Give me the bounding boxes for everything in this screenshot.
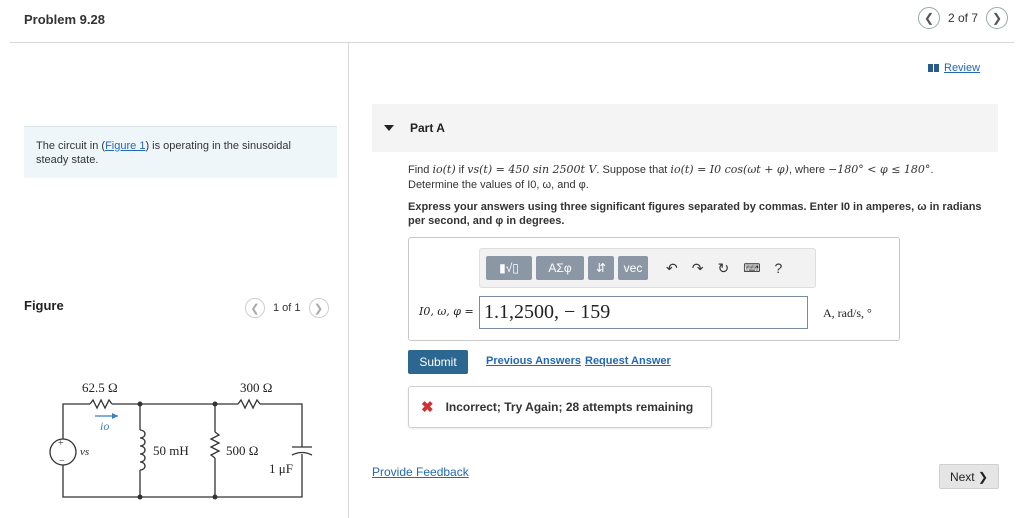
book-icon bbox=[928, 64, 939, 72]
feedback-text: Incorrect; Try Again; 28 attempts remain… bbox=[445, 400, 694, 414]
r1-label: 62.5 Ω bbox=[82, 380, 118, 395]
template-button[interactable]: ▮√▯ bbox=[486, 256, 532, 280]
next-button[interactable]: Next ❯ bbox=[939, 464, 999, 489]
r2-label: 300 Ω bbox=[240, 380, 272, 395]
header-divider bbox=[10, 42, 1014, 43]
greek-button[interactable]: ΑΣφ bbox=[536, 256, 584, 280]
chevron-left-icon: ❮ bbox=[923, 11, 934, 25]
answer-label: I0, ω, φ = bbox=[419, 305, 474, 318]
source-label: vs bbox=[80, 446, 89, 458]
next-problem-button[interactable]: ❯ bbox=[986, 7, 1008, 29]
figure-link[interactable]: Figure 1 bbox=[105, 140, 145, 152]
undo-icon[interactable]: ↶ bbox=[666, 260, 678, 277]
reset-icon[interactable]: ↻ bbox=[717, 260, 729, 277]
vec-button[interactable]: vec bbox=[618, 256, 648, 280]
circuit-diagram: + − 62.5 Ω 300 Ω io vs 50 mH 500 Ω 1 μF bbox=[49, 380, 313, 500]
problem-title: Problem 9.28 bbox=[24, 12, 105, 27]
next-figure-button[interactable]: ❯ bbox=[308, 298, 329, 318]
request-answer-link[interactable]: Request Answer bbox=[585, 355, 671, 367]
provide-feedback-link[interactable]: Provide Feedback bbox=[372, 465, 469, 479]
answer-input[interactable]: 1.1,2500, − 159 bbox=[479, 296, 808, 329]
svg-text:+: + bbox=[58, 438, 64, 449]
chevron-right-icon: ❯ bbox=[991, 11, 1003, 25]
submit-button[interactable]: Submit bbox=[408, 350, 468, 374]
redo-icon[interactable]: ↷ bbox=[692, 260, 704, 277]
figure-pager: ❮ 1 of 1 ❯ bbox=[245, 298, 329, 318]
figure-count: 1 of 1 bbox=[273, 302, 301, 314]
intro-text: The circuit in (Figure 1) is operating i… bbox=[24, 126, 337, 178]
page-indicator: 2 of 7 bbox=[947, 11, 978, 25]
previous-answers-link[interactable]: Previous Answers bbox=[486, 355, 581, 367]
r3-label: 500 Ω bbox=[226, 443, 258, 458]
capacitor-label: 1 μF bbox=[269, 461, 293, 476]
part-a-header[interactable]: Part A bbox=[372, 104, 998, 152]
instructions-text: Express your answers using three signifi… bbox=[408, 201, 982, 227]
chevron-right-icon: ❯ bbox=[313, 302, 324, 315]
svg-text:−: − bbox=[59, 456, 65, 467]
help-button[interactable]: ? bbox=[775, 260, 783, 276]
chevron-left-icon: ❮ bbox=[250, 302, 260, 315]
answer-panel: ▮√▯ ΑΣφ ⇵ vec ↶ ↷ ↻ ⌨ ? I0, ω, φ = 1.1,2… bbox=[408, 237, 900, 341]
caret-down-icon bbox=[384, 125, 394, 131]
feedback-box: ✖ Incorrect; Try Again; 28 attempts rema… bbox=[408, 386, 712, 428]
problem-pager: ❮ 2 of 7 ❯ bbox=[917, 7, 1008, 29]
review-link[interactable]: Review bbox=[928, 62, 980, 74]
error-x-icon: ✖ bbox=[421, 399, 434, 416]
math-toolbar: ▮√▯ ΑΣφ ⇵ vec ↶ ↷ ↻ ⌨ ? bbox=[479, 248, 816, 288]
prev-problem-button[interactable]: ❮ bbox=[917, 7, 940, 29]
prev-figure-button[interactable]: ❮ bbox=[245, 298, 265, 318]
column-divider bbox=[348, 43, 349, 518]
inductor-label: 50 mH bbox=[153, 443, 189, 458]
figure-heading: Figure bbox=[24, 298, 64, 313]
current-label: io bbox=[100, 419, 109, 433]
arrows-button[interactable]: ⇵ bbox=[588, 256, 614, 280]
part-title: Part A bbox=[410, 121, 445, 135]
question-text: Find io(t) if vs(t) = 450 sin 2500t V. S… bbox=[408, 163, 934, 191]
units-label: A, rad/s, ° bbox=[823, 306, 872, 320]
keyboard-icon[interactable]: ⌨ bbox=[743, 261, 760, 275]
